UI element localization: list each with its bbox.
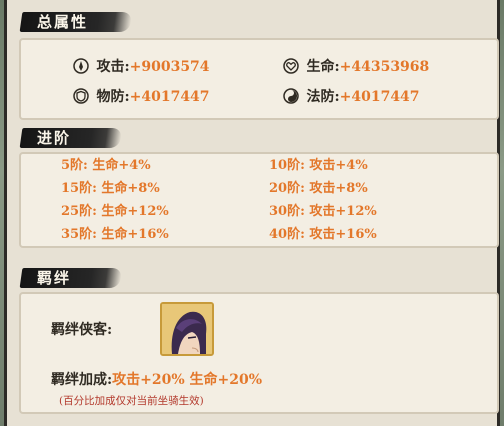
bond-hero-label: 羁绊侠客: [51, 322, 113, 338]
advancement-item: 25阶: 生命+12% [61, 204, 169, 219]
stat-physical-defense-value: +4017447 [129, 89, 210, 105]
stat-attack-label: 攻击: [96, 59, 130, 75]
advancement-item: 5阶: 生命+4% [61, 158, 151, 173]
bond-bonus-label: 羁绊加成: [51, 372, 113, 388]
mount-attributes-panel: 总属性 攻击:+9003574 生命:+44353968 物防:+4017447 [4, 0, 500, 426]
bond-hero-avatar[interactable] [160, 302, 214, 356]
stat-attack-value: +9003574 [129, 59, 210, 75]
stat-life-label: 生命: [306, 59, 340, 75]
total-attributes-header: 总属性 [19, 10, 133, 34]
bond-header: 羁绊 [19, 266, 123, 290]
advancement-item: 40阶: 攻击+16% [269, 227, 377, 242]
bond-note: (百分比加成仅对当前坐骑生效) [59, 395, 204, 407]
stat-physical-defense-label: 物防: [96, 89, 130, 105]
stat-physical-defense: 物防:+4017447 [73, 86, 210, 108]
stat-life: 生命:+44353968 [283, 56, 429, 78]
bond-title: 羁绊 [37, 269, 72, 287]
hero-portrait-icon [162, 304, 212, 354]
life-icon [283, 58, 299, 74]
stat-magic-defense-value: +4017447 [339, 89, 420, 105]
advancement-item: 35阶: 生命+16% [61, 227, 169, 242]
advancement-item: 20阶: 攻击+8% [269, 181, 368, 196]
game-scene-background: 总属性 攻击:+9003574 生命:+44353968 物防:+4017447 [0, 0, 504, 426]
attack-icon [73, 58, 89, 74]
magic-defense-icon [283, 88, 299, 104]
bond-bonus-value: 攻击+20% 生命+20% [112, 372, 263, 388]
advancement-item: 10阶: 攻击+4% [269, 158, 368, 173]
stat-magic-defense: 法防:+4017447 [283, 86, 420, 108]
stat-attack: 攻击:+9003574 [73, 56, 210, 78]
physical-defense-icon [73, 88, 89, 104]
advancement-item: 15阶: 生命+8% [61, 181, 160, 196]
advancement-item: 30阶: 攻击+12% [269, 204, 377, 219]
bond-bonus: 羁绊加成:攻击+20% 生命+20% [51, 370, 262, 390]
stat-life-value: +44353968 [339, 59, 430, 75]
total-attributes-title: 总属性 [37, 13, 89, 31]
advancement-title: 进阶 [37, 129, 72, 147]
stat-magic-defense-label: 法防: [306, 89, 340, 105]
advancement-header: 进阶 [19, 126, 123, 150]
